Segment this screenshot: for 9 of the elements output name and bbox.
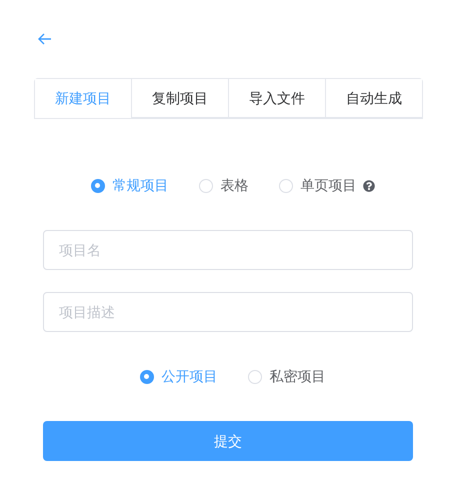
help-icon[interactable] <box>362 180 374 192</box>
radio-option[interactable]: 单页项目 <box>278 175 356 196</box>
radio-option[interactable]: 私密项目 <box>248 366 326 387</box>
radio-option[interactable]: 表格 <box>198 175 248 196</box>
tab[interactable]: 自动生成 <box>325 79 422 118</box>
tab[interactable]: 导入文件 <box>228 79 325 118</box>
tab[interactable]: 复制项目 <box>131 79 228 118</box>
input-field[interactable]: 项目名 <box>43 230 413 270</box>
input-field[interactable]: 项目描述 <box>43 292 413 332</box>
